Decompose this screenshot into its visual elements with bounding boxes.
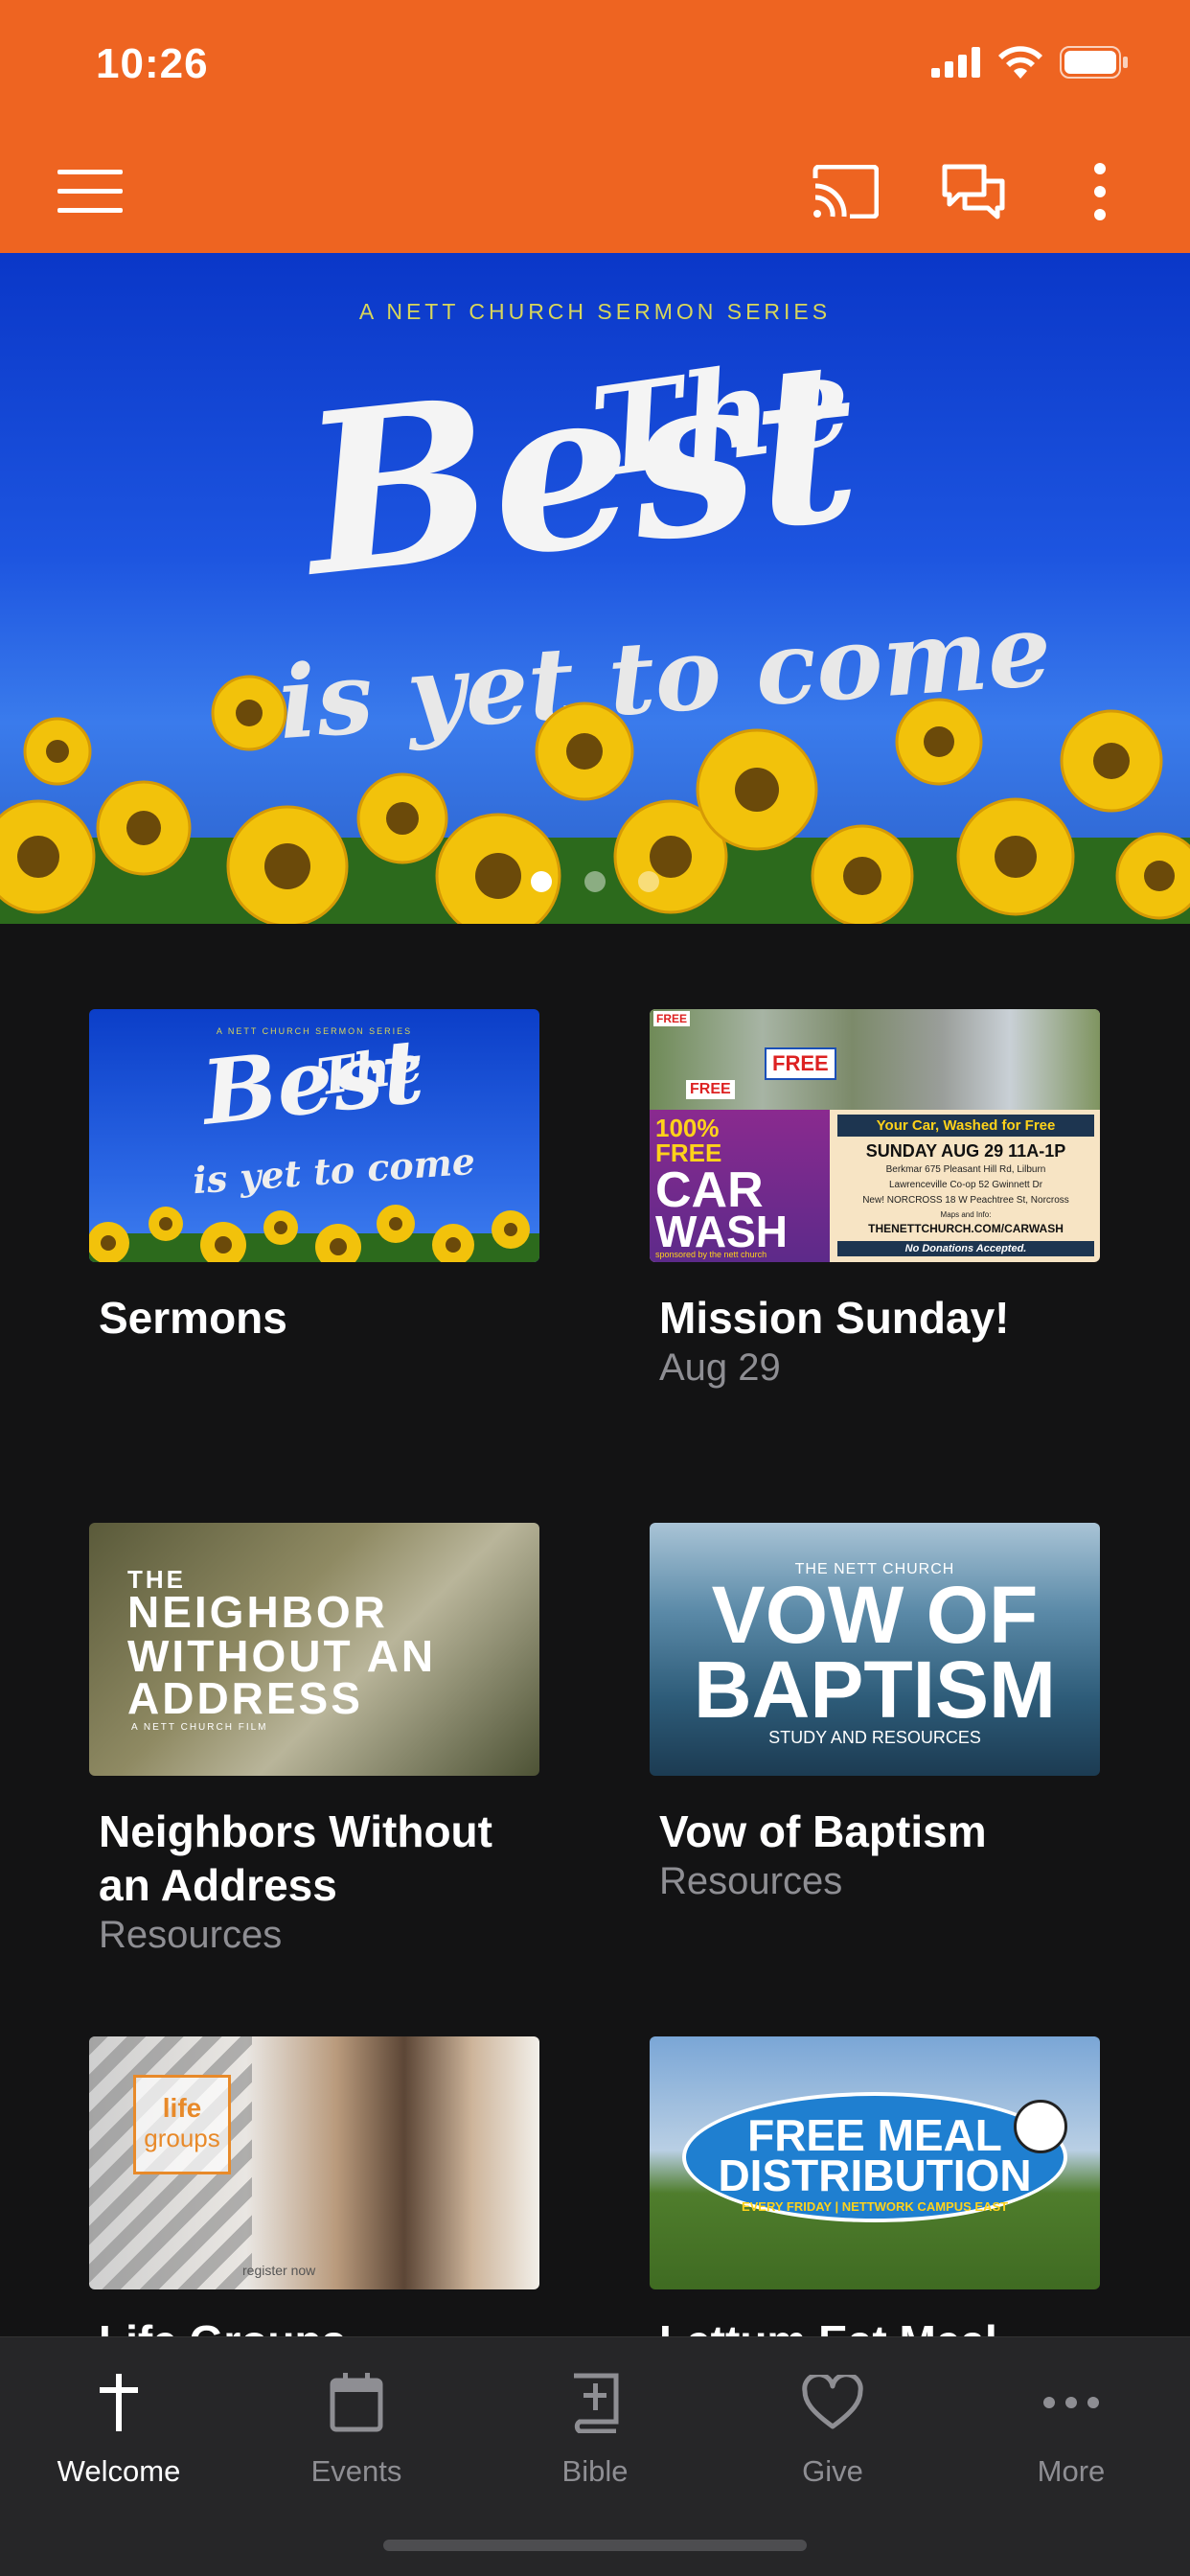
tile-sermons[interactable]: A NETT CHURCH SERMON SERIES Best The is … — [89, 1009, 539, 1345]
logo-line-2: groups — [144, 2124, 220, 2152]
carwash-sponsor: sponsored by the nett church — [655, 1250, 767, 1259]
wifi-icon — [998, 46, 1042, 79]
tile-neighbors-without-an-address[interactable]: THE NEIGHBOR WITHOUT AN ADDRESS A NETT C… — [89, 1523, 539, 1957]
tile-life-groups[interactable]: life groups register now — [89, 2036, 539, 2289]
neighbor-thumbnail: THE NEIGHBOR WITHOUT AN ADDRESS A NETT C… — [89, 1523, 539, 1776]
sunflowers-image — [89, 1205, 539, 1262]
tile-vow-of-baptism[interactable]: THE NETT CHURCH VOW OF BAPTISM STUDY AND… — [650, 1523, 1100, 1903]
carwash-left-panel: 100% FREE CAR WASH sponsored by the nett… — [650, 1110, 830, 1262]
hero-carousel[interactable]: A NETT CHURCH SERMON SERIES Best The is … — [0, 253, 1190, 924]
overflow-menu-button[interactable] — [1062, 153, 1138, 230]
tab-label: Welcome — [57, 2454, 181, 2488]
cast-icon — [812, 165, 879, 218]
tab-bible[interactable]: Bible — [476, 2355, 714, 2508]
sermons-thumbnail: A NETT CHURCH SERMON SERIES Best The is … — [89, 1009, 539, 1262]
meal-badge — [1014, 2100, 1067, 2153]
carwash-maps: Maps and Info: — [940, 1210, 992, 1219]
tile-subtitle: Aug 29 — [659, 1346, 781, 1389]
thumb-film: A NETT CHURCH FILM — [131, 1722, 268, 1733]
more-vertical-icon — [1094, 163, 1106, 220]
carwash-thumbnail: FREE FREE FREE 100% FREE CAR WASH sponso… — [650, 1009, 1100, 1262]
bible-icon — [574, 2373, 619, 2433]
heart-icon — [802, 2375, 863, 2429]
baptism-thumbnail: THE NETT CHURCH VOW OF BAPTISM STUDY AND… — [650, 1523, 1100, 1776]
tile-title: Mission Sunday! — [659, 1293, 1010, 1343]
more-icon — [1043, 2397, 1099, 2408]
signal-icon — [931, 47, 980, 78]
thumb-line-2: DISTRIBUTION — [718, 2150, 1032, 2200]
tab-label: Give — [802, 2454, 863, 2488]
calendar-icon — [330, 2373, 383, 2432]
tile-title: Vow of Baptism — [659, 1806, 987, 1856]
thumb-sub: STUDY AND RESOURCES — [768, 1728, 981, 1747]
chat-icon — [942, 164, 1005, 219]
cast-button[interactable] — [807, 153, 883, 230]
register-label: register now — [242, 2263, 316, 2278]
thumb-line-2: NEIGHBOR — [127, 1587, 388, 1637]
meal-thumbnail: FREE MEAL DISTRIBUTION EVERY FRIDAY | NE… — [650, 2036, 1100, 2289]
status-icons — [931, 46, 1129, 79]
tab-welcome[interactable]: Welcome — [0, 2355, 238, 2508]
tab-label: More — [1037, 2454, 1106, 2488]
carwash-location-1: Berkmar 675 Pleasant Hill Rd, Lilburn — [885, 1164, 1046, 1175]
carousel-dots[interactable] — [0, 871, 1190, 892]
menu-button[interactable] — [52, 153, 128, 230]
tab-label: Bible — [561, 2454, 629, 2488]
battery-icon — [1060, 46, 1128, 79]
logo-line-1: life — [162, 2093, 202, 2123]
sign-free-2: FREE — [765, 1047, 836, 1080]
tab-more[interactable]: More — [952, 2355, 1190, 2508]
carousel-dot[interactable] — [531, 871, 552, 892]
carousel-dot[interactable] — [584, 871, 606, 892]
tile-subtitle: Resources — [659, 1860, 843, 1902]
thumb-line-1: VOW OF — [711, 1570, 1039, 1660]
home-indicator — [383, 2540, 807, 2551]
hamburger-icon — [57, 170, 123, 213]
sign-free-3: FREE — [686, 1080, 735, 1099]
app-header: 10:26 — [0, 0, 1190, 253]
tile-title: Neighbors Without an Address — [99, 1806, 492, 1910]
status-time: 10:26 — [96, 40, 209, 87]
thumb-line-4: ADDRESS — [127, 1673, 363, 1723]
hero-kicker: A NETT CHURCH SERMON SERIES — [358, 299, 832, 324]
carwash-location-3: New! NORCROSS 18 W Peachtree St, Norcros… — [862, 1195, 1069, 1206]
cross-icon — [100, 2374, 138, 2431]
thumb-line-2: BAPTISM — [694, 1644, 1056, 1735]
carwash-wash: WASH — [655, 1207, 788, 1256]
carwash-location-2: Lawrenceville Co-op 52 Gwinnett Dr — [888, 1180, 1043, 1190]
carwash-date: SUNDAY AUG 29 11A-1P — [865, 1141, 1066, 1161]
tab-events[interactable]: Events — [238, 2355, 475, 2508]
carwash-note: No Donations Accepted. — [837, 1241, 1094, 1256]
sign-free-1: FREE — [653, 1011, 691, 1026]
tile-lettum-eat-meal[interactable]: FREE MEAL DISTRIBUTION EVERY FRIDAY | NE… — [650, 2036, 1100, 2289]
carwash-url: THENETTCHURCH.COM/CARWASH — [868, 1222, 1064, 1235]
tab-label: Events — [310, 2454, 402, 2488]
chat-button[interactable] — [935, 153, 1012, 230]
tile-title: Sermons — [99, 1293, 287, 1343]
tab-give[interactable]: Give — [714, 2355, 951, 2508]
lifegroups-thumbnail: life groups register now — [89, 2036, 539, 2289]
lifegroups-logo: life groups — [133, 2075, 231, 2174]
tile-subtitle: Resources — [99, 1914, 283, 1956]
carwash-header: Your Car, Washed for Free — [837, 1115, 1094, 1137]
thumb-line-3: WITHOUT AN — [127, 1631, 437, 1681]
tile-mission-sunday[interactable]: FREE FREE FREE 100% FREE CAR WASH sponso… — [650, 1009, 1100, 1390]
thumb-sub: EVERY FRIDAY | NETTWORK CAMPUS EAST — [741, 2199, 1009, 2214]
carousel-dot[interactable] — [638, 871, 659, 892]
